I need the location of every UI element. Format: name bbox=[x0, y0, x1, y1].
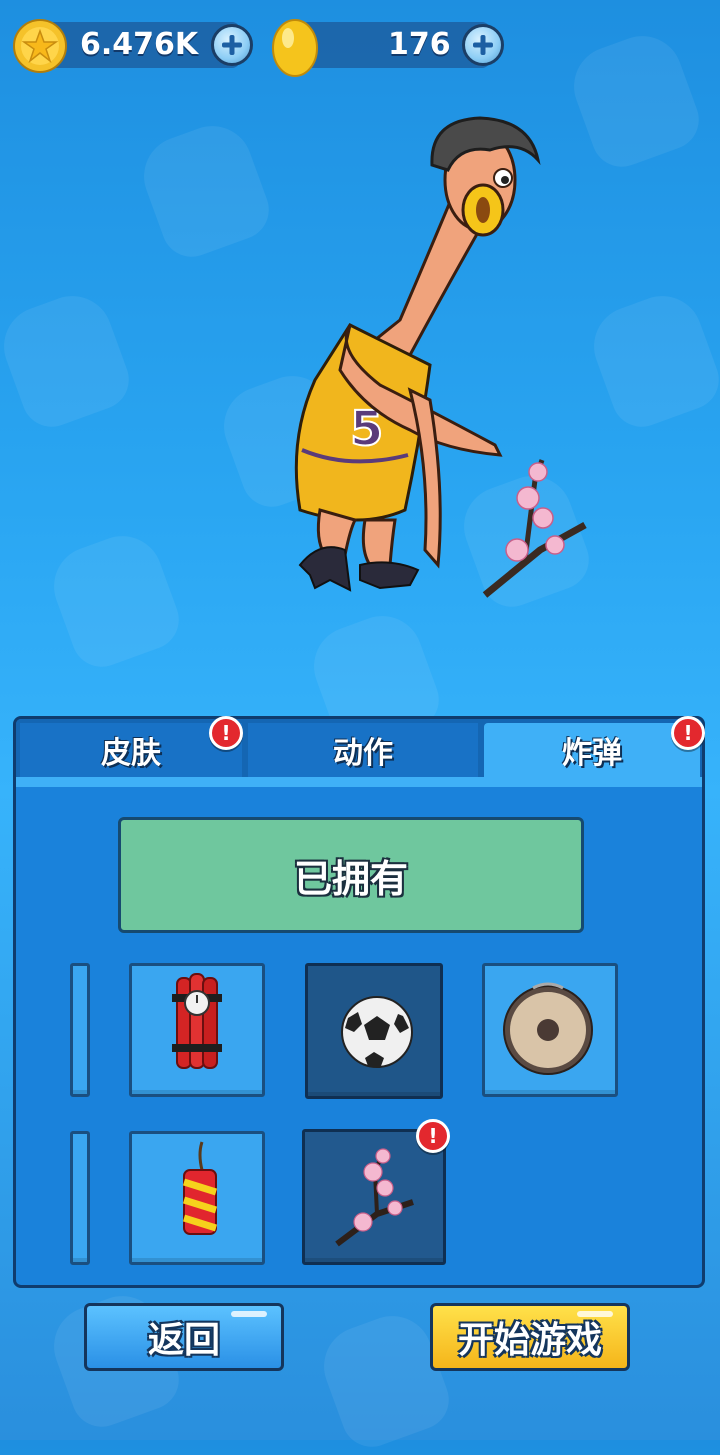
firecracker-icon bbox=[182, 1141, 218, 1235]
inventory-panel: 皮肤 动作 炸弹 ! ! 已拥有 ! bbox=[13, 716, 705, 1288]
start-game-button[interactable]: 开始游戏 bbox=[430, 1303, 630, 1371]
active-tab-underline bbox=[16, 777, 702, 787]
button-shine bbox=[577, 1311, 613, 1317]
owned-status-label: 已拥有 bbox=[293, 856, 408, 901]
coin-count: 6.476K bbox=[80, 27, 199, 62]
tab-skin-label: 皮肤 bbox=[101, 736, 161, 771]
tab-bomb-label: 炸弹 bbox=[562, 736, 622, 771]
gem-count: 176 bbox=[388, 27, 451, 62]
item-slot-gong[interactable] bbox=[482, 963, 618, 1097]
add-coins-button[interactable] bbox=[211, 24, 253, 66]
tab-bomb[interactable]: 炸弹 bbox=[484, 723, 700, 777]
alert-badge-cherry-blossom: ! bbox=[416, 1119, 450, 1153]
cherry-blossom-branch-icon bbox=[335, 1148, 414, 1247]
item-slot-clipped-2[interactable] bbox=[70, 1131, 90, 1265]
alert-badge-skin: ! bbox=[209, 716, 243, 750]
item-slot-clipped[interactable] bbox=[70, 963, 90, 1097]
gold-egg-icon bbox=[272, 19, 318, 77]
start-game-label: 开始游戏 bbox=[457, 1320, 602, 1361]
add-gems-button[interactable] bbox=[462, 24, 504, 66]
button-shine bbox=[231, 1311, 267, 1317]
item-slot-dynamite[interactable] bbox=[129, 963, 265, 1097]
star-coin-icon bbox=[13, 19, 67, 73]
item-slot-soccer-ball[interactable] bbox=[305, 963, 443, 1099]
tab-action-label: 动作 bbox=[333, 736, 393, 771]
item-slot-firecracker[interactable] bbox=[129, 1131, 265, 1265]
alert-badge-bomb: ! bbox=[671, 716, 705, 750]
back-button[interactable]: 返回 bbox=[84, 1303, 284, 1371]
back-button-label: 返回 bbox=[147, 1320, 220, 1361]
dynamite-icon bbox=[172, 973, 222, 1069]
tab-action[interactable]: 动作 bbox=[248, 723, 478, 777]
soccer-ball-icon bbox=[341, 996, 413, 1068]
gong-icon bbox=[503, 982, 593, 1075]
owned-status-button[interactable]: 已拥有 bbox=[118, 817, 584, 933]
character-preview: 5 bbox=[294, 116, 587, 598]
